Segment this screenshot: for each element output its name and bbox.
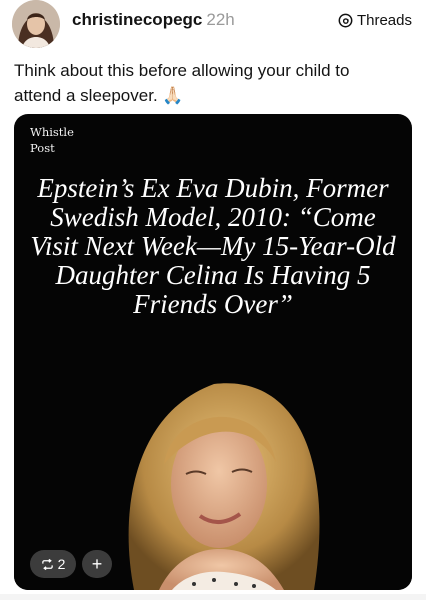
repost-icon [41,558,53,570]
threads-logo-icon [338,13,353,27]
portrait-photo [14,344,412,590]
add-button[interactable]: + [82,550,112,578]
plus-icon: + [91,553,103,574]
platform-label: Threads [356,11,412,29]
avatar-image [12,0,60,48]
platform-badge[interactable]: Threads [338,10,412,30]
timestamp: 22h [206,10,235,29]
post-caption: Think about this before allowing your ch… [14,61,350,105]
post-author[interactable]: christinecopegc 22h [72,10,235,30]
post-media[interactable]: Whistle Post Epstein’s Ex Eva Dubin, For… [14,114,412,590]
avatar[interactable] [12,0,60,48]
portrait-illustration [14,344,412,590]
post-header: christinecopegc 22h Threads [0,0,426,48]
repost-count: 2 [57,556,66,572]
source-line-2: Post [30,141,55,155]
next-post-edge [0,594,426,600]
source-line-1: Whistle [30,125,74,139]
username-label[interactable]: christinecopegc [72,10,202,29]
media-headline: Epstein’s Ex Eva Dubin, Former Swedish M… [30,173,396,319]
repost-button[interactable]: 2 [30,550,76,578]
source-logo: Whistle Post [30,124,90,156]
